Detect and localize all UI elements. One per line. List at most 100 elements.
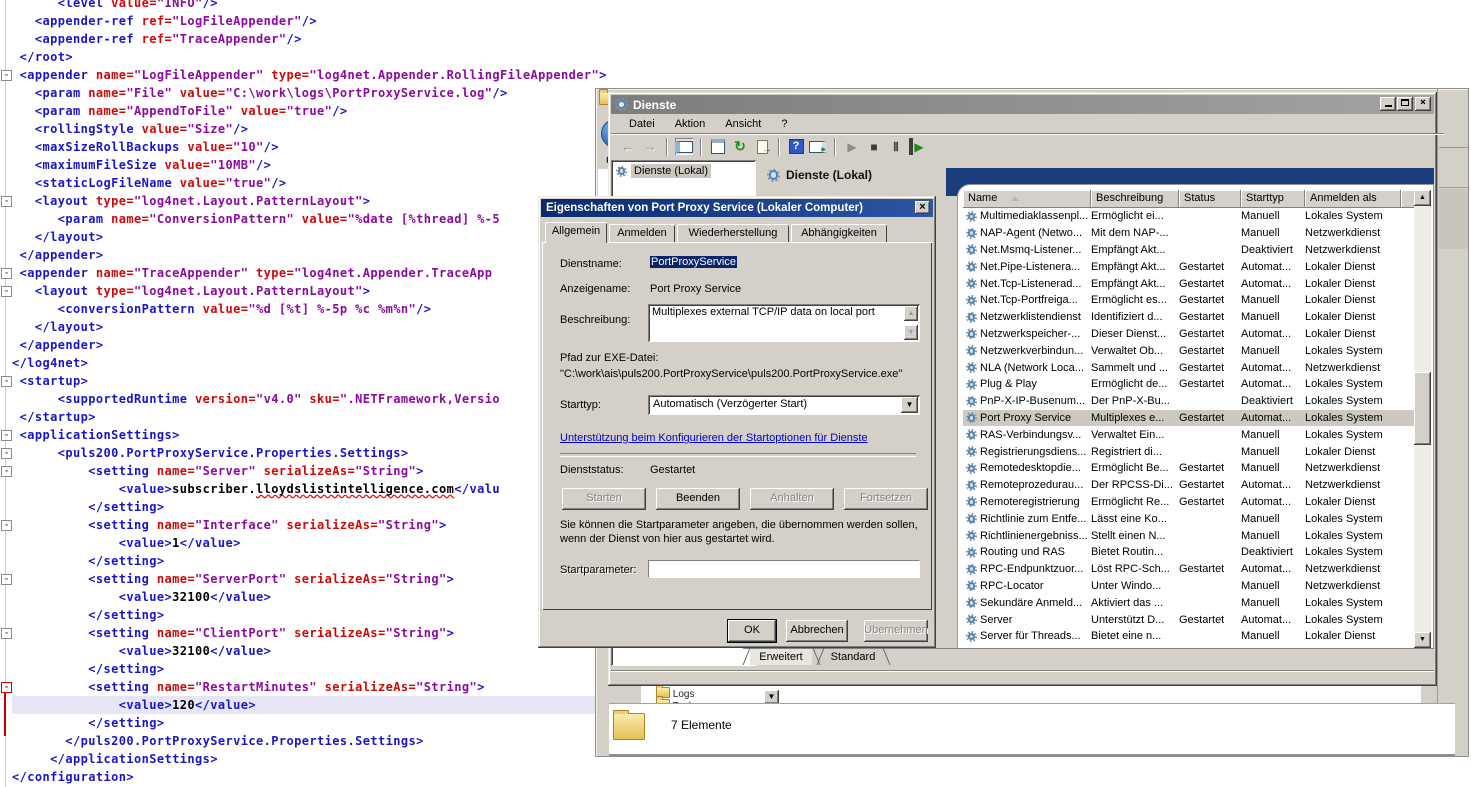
table-row[interactable]: Richtlinie zum Entfe...Lässt eine Ko...M… (963, 510, 1415, 527)
table-row[interactable]: NetzwerklistendienstIdentifiziert d...Ge… (963, 309, 1415, 326)
fold-collapse-icon[interactable]: - (1, 286, 12, 297)
dialog-title-bar[interactable]: Eigenschaften von Port Proxy Service (Lo… (541, 199, 933, 217)
scroll-up-icon[interactable]: ▲ (1414, 190, 1431, 206)
table-row[interactable]: NAP-Agent (Netwo...Mit dem NAP-...Manuel… (963, 225, 1415, 242)
table-row[interactable]: Netzwerkverbindun...Verwaltet Ob...Gesta… (963, 342, 1415, 359)
service-logonas: Lokales System (1305, 429, 1401, 441)
table-row[interactable]: Richtlinienergebniss...Stellt einen N...… (963, 527, 1415, 544)
table-row[interactable]: Registrierungsdiens...Registriert di...M… (963, 443, 1415, 460)
table-row[interactable]: RemoteregistrierungErmöglicht Re...Gesta… (963, 494, 1415, 511)
menu-item-datei[interactable]: Datei (621, 116, 663, 132)
startparameter-input[interactable] (648, 560, 920, 578)
fold-collapse-icon[interactable]: - (1, 448, 12, 459)
table-row[interactable]: PnP-X-IP-Busenum...Der PnP-X-Bu...Deakti… (963, 393, 1415, 410)
restart-icon[interactable] (909, 138, 925, 155)
scroll-down-icon[interactable]: ▼ (904, 325, 918, 340)
table-row[interactable]: Port Proxy ServiceMultiplexes e...Gestar… (963, 410, 1415, 427)
properties-icon[interactable] (709, 138, 727, 155)
bernehmen-button[interactable]: Übernehmen (864, 620, 928, 642)
table-row[interactable]: NLA (Network Loca...Sammelt und ...Gesta… (963, 359, 1415, 376)
starten-button[interactable]: Starten (562, 488, 646, 510)
close-icon[interactable]: × (915, 201, 930, 214)
abbrechen-button[interactable]: Abbrechen (786, 620, 848, 642)
table-row[interactable]: Server für Threads...Bietet eine n...Man… (963, 628, 1415, 645)
divider (1439, 187, 1468, 188)
vertical-scrollbar[interactable]: ▲ ▼ (1414, 190, 1431, 648)
fold-collapse-icon[interactable]: - (1, 376, 12, 387)
dropdown-arrow-icon[interactable]: ▼ (764, 690, 779, 704)
stop-icon[interactable] (865, 138, 883, 155)
table-row[interactable]: RAS-Verbindungsv...Verwaltet Ein...Manue… (963, 426, 1415, 443)
service-name: Registrierungsdiens... (980, 446, 1086, 458)
tree-item-dienste-lokal[interactable]: Dienste (Lokal) (616, 164, 711, 178)
help-icon[interactable] (787, 138, 805, 155)
table-row[interactable]: Net.Pipe-Listenera...Empfängt Akt...Gest… (963, 258, 1415, 275)
forward-icon[interactable] (641, 138, 659, 155)
service-starttype: Automat... (1241, 278, 1305, 290)
close-button[interactable]: × (1415, 97, 1431, 111)
tab-wiederherstellung[interactable]: Wiederherstellung (677, 224, 789, 242)
service-logonas: Lokaler Dienst (1305, 294, 1401, 306)
startoptionen-link[interactable]: Unterstützung beim Konfigurieren der Sta… (560, 432, 868, 444)
anhalten-button[interactable]: Anhalten (750, 488, 834, 510)
pause-icon[interactable] (887, 138, 905, 155)
export-icon[interactable] (753, 138, 771, 155)
fortsetzen-button[interactable]: Fortsetzen (844, 488, 928, 510)
refresh-icon[interactable] (731, 138, 749, 155)
scrollbar-thumb[interactable] (1414, 372, 1431, 445)
table-row[interactable]: Remoteprozedurau...Der RPCSS-Di...Gestar… (963, 477, 1415, 494)
dienstname-value[interactable]: PortProxyService (650, 256, 737, 268)
service-logonas: Lokales System (1305, 513, 1401, 525)
code-line: </configuration> (12, 768, 607, 786)
fold-collapse-icon[interactable]: - (1, 520, 12, 531)
back-icon[interactable] (619, 138, 637, 155)
view-tab-standard[interactable]: Standard (824, 649, 882, 665)
table-row[interactable]: Net.Tcp-Listenerad...Empfängt Akt...Gest… (963, 275, 1415, 292)
action-pane-icon[interactable] (809, 138, 827, 155)
console-tree-icon[interactable] (675, 138, 693, 155)
table-row[interactable]: Multimediaklassenpl...Ermöglicht ei...Ma… (963, 208, 1415, 225)
beenden-button[interactable]: Beenden (656, 488, 740, 510)
fold-collapse-icon[interactable]: - (1, 466, 12, 477)
table-row[interactable]: Sekundäre Anmeld...Aktiviert das ...Manu… (963, 594, 1415, 611)
menu-item-ansicht[interactable]: Ansicht (717, 116, 769, 132)
scroll-down-icon[interactable]: ▼ (1414, 632, 1431, 648)
table-row[interactable]: ServerUnterstützt D...GestartetAutomat..… (963, 611, 1415, 628)
table-row[interactable]: Net.Tcp-Portfreiga...Ermöglicht es...Ges… (963, 292, 1415, 309)
table-row[interactable]: Remotedesktopdie...Ermöglicht Be...Gesta… (963, 460, 1415, 477)
maximize-button[interactable] (1397, 97, 1413, 111)
fold-collapse-icon[interactable]: - (1, 628, 12, 639)
service-name: NLA (Network Loca... (980, 362, 1084, 374)
fold-collapse-icon[interactable]: - (1, 430, 12, 441)
fold-collapse-icon[interactable]: - (1, 574, 12, 585)
starttyp-combobox[interactable]: Automatisch (Verzögerter Start) ▼ (648, 395, 920, 415)
ok-button[interactable]: OK (728, 620, 776, 642)
table-row[interactable]: Net.Msmq-Listener...Empfängt Akt...Deakt… (963, 242, 1415, 259)
service-status: Gestartet (1179, 412, 1241, 424)
tab-abhngigkeiten[interactable]: Abhängigkeiten (791, 224, 887, 242)
menu-item-aktion[interactable]: Aktion (667, 116, 714, 132)
table-row[interactable]: Plug & PlayErmöglicht de...GestartetAuto… (963, 376, 1415, 393)
fold-collapse-icon[interactable]: - (1, 682, 12, 693)
chevron-down-icon[interactable]: ▼ (901, 397, 918, 413)
table-row[interactable]: RPC-LocatorUnter Windo...ManuellNetzwerk… (963, 578, 1415, 595)
minimize-button[interactable] (1380, 97, 1396, 111)
view-tab-erweitert[interactable]: Erweitert (750, 649, 812, 665)
menu-bar: DateiAktionAnsicht? (611, 114, 1444, 135)
menu-item-?[interactable]: ? (773, 116, 795, 132)
scroll-up-icon[interactable]: ▲ (904, 306, 918, 321)
service-description: Der RPCSS-Di... (1091, 479, 1179, 491)
service-description: Ermöglicht ei... (1091, 210, 1179, 222)
fold-collapse-icon[interactable]: - (1, 268, 12, 279)
fold-collapse-icon[interactable]: - (1, 196, 12, 207)
start-icon[interactable] (843, 138, 861, 155)
table-row[interactable]: Netzwerkspeicher-...Dieser Dienst...Gest… (963, 326, 1415, 343)
tab-anmelden[interactable]: Anmelden (609, 224, 675, 242)
view-tabs: Erweitert Standard (743, 648, 1434, 668)
table-row[interactable]: RPC-Endpunktzuor...Löst RPC-Sch...Gestar… (963, 561, 1415, 578)
tab-allgemein[interactable]: Allgemein (545, 222, 607, 243)
beschreibung-textbox[interactable]: Multiplexes external TCP/IP data on loca… (648, 304, 920, 342)
fold-collapse-icon[interactable]: - (1, 70, 12, 81)
table-row[interactable]: Routing und RASBietet Routin...Deaktivie… (963, 544, 1415, 561)
services-title-bar[interactable]: Dienste (611, 95, 1434, 114)
